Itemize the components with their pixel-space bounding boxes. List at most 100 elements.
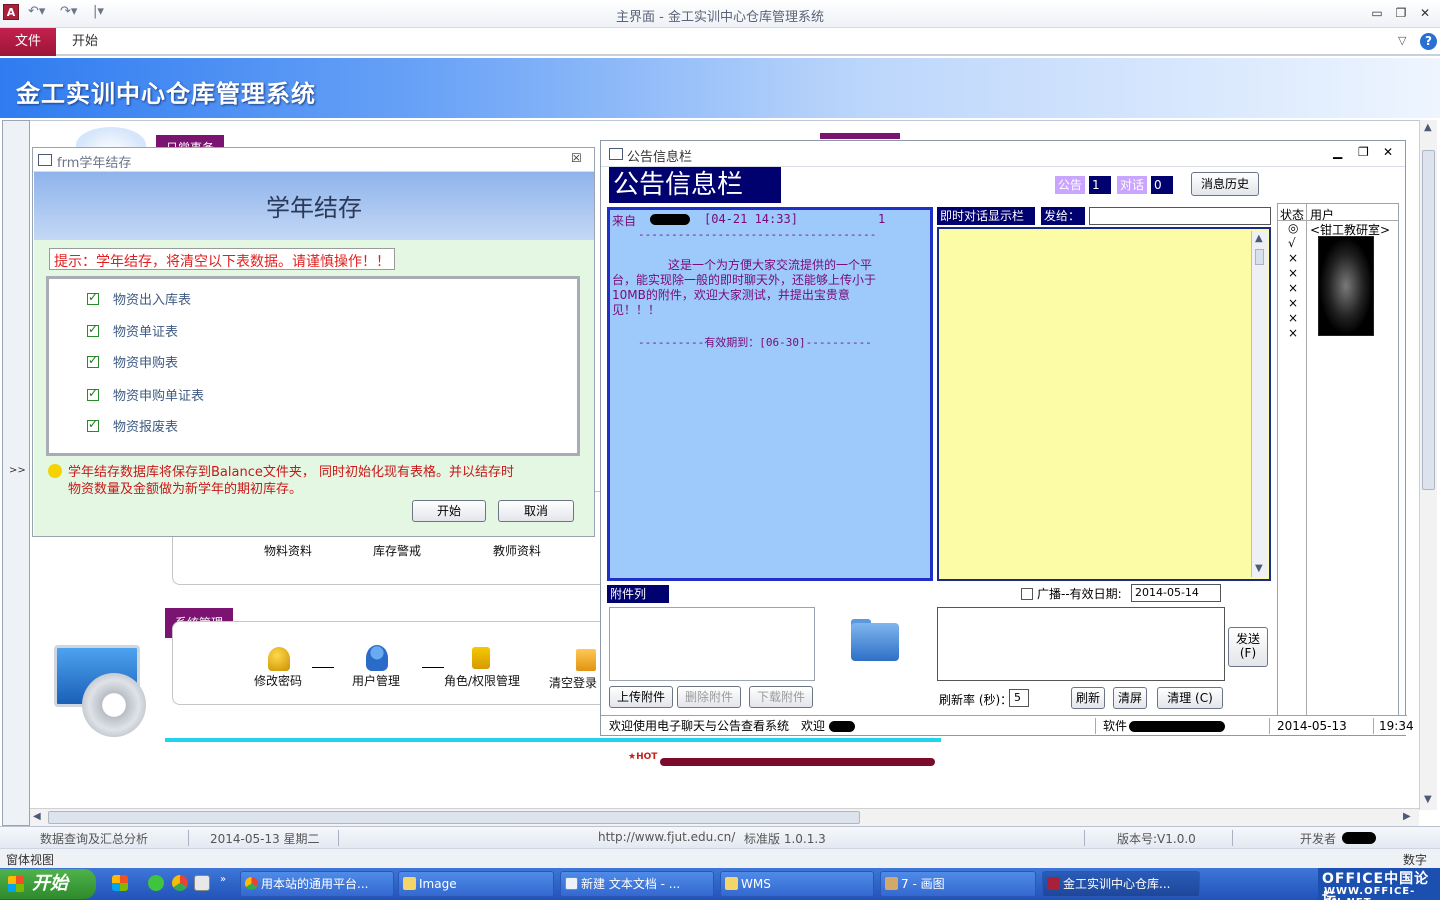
- user-status: ×: [1288, 326, 1299, 340]
- stock-alert-item[interactable]: 库存警戒: [373, 542, 421, 559]
- taskbar-item[interactable]: 7 - 画图: [880, 871, 1036, 897]
- refresh-rate-field[interactable]: 5: [1009, 689, 1029, 707]
- table-item[interactable]: 物资申购单证表: [87, 385, 204, 405]
- scroll-up-icon[interactable]: ▲: [1424, 122, 1432, 133]
- teacher-info-item[interactable]: 教师资料: [493, 542, 541, 559]
- minimize-icon[interactable]: ▭: [1366, 3, 1388, 23]
- taskbar-item[interactable]: WMS: [720, 871, 874, 897]
- notice-message-line: 台，能实现除一般的即时聊天外，还能够上传小于: [612, 273, 877, 287]
- clear-login-item[interactable]: 清空登录: [549, 674, 597, 691]
- refresh-button[interactable]: 刷新: [1071, 687, 1105, 709]
- nav-toggle-label: >>: [9, 465, 26, 476]
- year-end-dialog-titlebar[interactable]: frm学年结存 ☒: [33, 148, 594, 172]
- restore-icon[interactable]: ❐: [1358, 145, 1369, 159]
- download-attachment-button[interactable]: 下载附件: [749, 686, 813, 708]
- notice-dialog-titlebar[interactable]: 公告信息栏 ▁ ❐ ✕: [601, 141, 1405, 167]
- user-management-item[interactable]: 用户管理: [352, 672, 400, 689]
- start-button[interactable]: 开始: [412, 500, 486, 522]
- taskbar-item[interactable]: Image: [398, 871, 554, 897]
- status-date: 2014-05-13: [1277, 719, 1347, 733]
- status-software: 软件: [1103, 719, 1128, 733]
- flow-arrow: [312, 667, 334, 668]
- table-item[interactable]: 物资出入库表: [87, 289, 191, 309]
- status-version: 版本号:V1.0.0: [1117, 832, 1196, 846]
- notice-message-line: 10MB的附件，欢迎大家测试，并提出宝贵意: [612, 288, 850, 302]
- gear-icon: [82, 673, 146, 737]
- table-item-label: 物资报废表: [113, 420, 179, 435]
- horizontal-scroll-thumb[interactable]: [48, 811, 860, 824]
- scroll-down-icon[interactable]: ▼: [1424, 794, 1432, 805]
- change-password-item[interactable]: 修改密码: [254, 672, 302, 689]
- message-history-button[interactable]: 消息历史: [1191, 172, 1259, 196]
- scroll-left-icon[interactable]: ◀: [33, 811, 41, 822]
- help-icon[interactable]: ?: [1420, 33, 1437, 50]
- table-item-label: 物资出入库表: [113, 293, 192, 308]
- role-permission-item[interactable]: 角色/权限管理: [444, 672, 520, 689]
- taskbar-item[interactable]: 用本站的通用平台...: [240, 871, 394, 897]
- taskbar-item-label: 新建 文本文档 - ...: [581, 877, 681, 891]
- taskbar-item-label: 金工实训中心仓库...: [1063, 877, 1171, 891]
- send-button[interactable]: 发送 (F): [1228, 627, 1268, 667]
- chat-count: 0: [1151, 176, 1173, 194]
- vertical-scroll-thumb[interactable]: [1422, 150, 1435, 490]
- broadcast-checkbox[interactable]: [1021, 588, 1033, 600]
- notice-message: 这是一个为方便大家交流提供的一个平 台，能实现除一般的即时聊天外，还能够上传小于…: [612, 258, 930, 318]
- taskbar-item-active[interactable]: 金工实训中心仓库...: [1042, 871, 1200, 897]
- chrome-icon[interactable]: [172, 875, 188, 891]
- send-to-field[interactable]: [1089, 207, 1271, 225]
- checkbox-checked[interactable]: [87, 322, 99, 337]
- checkbox-checked[interactable]: [87, 417, 99, 432]
- scroll-down-icon[interactable]: ▼: [1255, 563, 1263, 574]
- attachment-list[interactable]: [609, 607, 815, 681]
- close-icon[interactable]: ✕: [1383, 145, 1393, 159]
- scroll-right-icon[interactable]: ▶: [1403, 811, 1411, 822]
- chat-scroll-thumb[interactable]: [1255, 249, 1264, 265]
- chat-scrollbar[interactable]: ▲ ▼: [1251, 231, 1267, 577]
- checkbox-checked[interactable]: [87, 290, 99, 305]
- close-icon[interactable]: ☒: [571, 151, 582, 165]
- quick-launch-icon[interactable]: [112, 875, 128, 891]
- broadcast-date-field[interactable]: 2014-05-14: [1131, 584, 1221, 602]
- status-developer-label: 开发者: [1300, 832, 1337, 846]
- vertical-scrollbar[interactable]: ▲ ▼: [1419, 120, 1437, 810]
- upload-attachment-button[interactable]: 上传附件: [609, 686, 673, 708]
- material-info-item[interactable]: 物料资料: [264, 542, 312, 559]
- horizontal-scrollbar[interactable]: ◀ ▶: [30, 808, 1419, 826]
- minimize-icon[interactable]: ▁: [1333, 145, 1342, 159]
- user-status: ×: [1288, 266, 1299, 280]
- start-button[interactable]: 开始: [0, 869, 96, 899]
- checkbox-checked[interactable]: [87, 386, 99, 401]
- taskbar-item-label: 用本站的通用平台...: [261, 877, 369, 891]
- notice-count: 1: [1089, 176, 1111, 194]
- user-status-online: ◎: [1288, 221, 1299, 235]
- scroll-up-icon[interactable]: ▲: [1255, 233, 1263, 244]
- year-end-dialog-title: frm学年结存: [57, 156, 132, 171]
- more-icon[interactable]: »: [220, 874, 226, 885]
- footer-link-redacted[interactable]: [660, 758, 935, 766]
- table-item[interactable]: 物资申购表: [87, 352, 178, 372]
- status-edition: 标准版 1.0.1.3: [744, 832, 826, 846]
- form-icon: [609, 148, 623, 160]
- ribbon-collapse-icon[interactable]: ▽: [1398, 34, 1406, 47]
- quick-launch-icon[interactable]: [148, 875, 164, 891]
- clear-screen-button[interactable]: 清屏: [1113, 687, 1147, 709]
- quick-launch-icon[interactable]: [194, 875, 210, 891]
- tab-start[interactable]: 开始: [60, 28, 110, 56]
- table-item[interactable]: 物资报废表: [87, 416, 178, 436]
- broadcast-option[interactable]: 广播--有效日期:: [1021, 585, 1122, 602]
- clean-button[interactable]: 清理 (C): [1157, 687, 1223, 709]
- user-status: ×: [1288, 251, 1299, 265]
- checkbox-checked[interactable]: [87, 353, 99, 368]
- message-input[interactable]: [937, 607, 1225, 681]
- restore-icon[interactable]: ❐: [1390, 3, 1412, 23]
- open-folder-icon[interactable]: [839, 607, 911, 679]
- cancel-button[interactable]: 取消: [498, 500, 574, 522]
- table-item[interactable]: 物资单证表: [87, 321, 178, 341]
- taskbar-item[interactable]: 新建 文本文档 - ...: [560, 871, 714, 897]
- status-divider: [1095, 718, 1096, 734]
- tab-file[interactable]: 文件: [0, 28, 56, 56]
- status-url[interactable]: http://www.fjut.edu.cn/: [598, 830, 735, 844]
- navigation-pane-toggle[interactable]: >>: [2, 120, 30, 826]
- delete-attachment-button[interactable]: 删除附件: [677, 686, 741, 708]
- close-icon[interactable]: ✕: [1414, 3, 1436, 23]
